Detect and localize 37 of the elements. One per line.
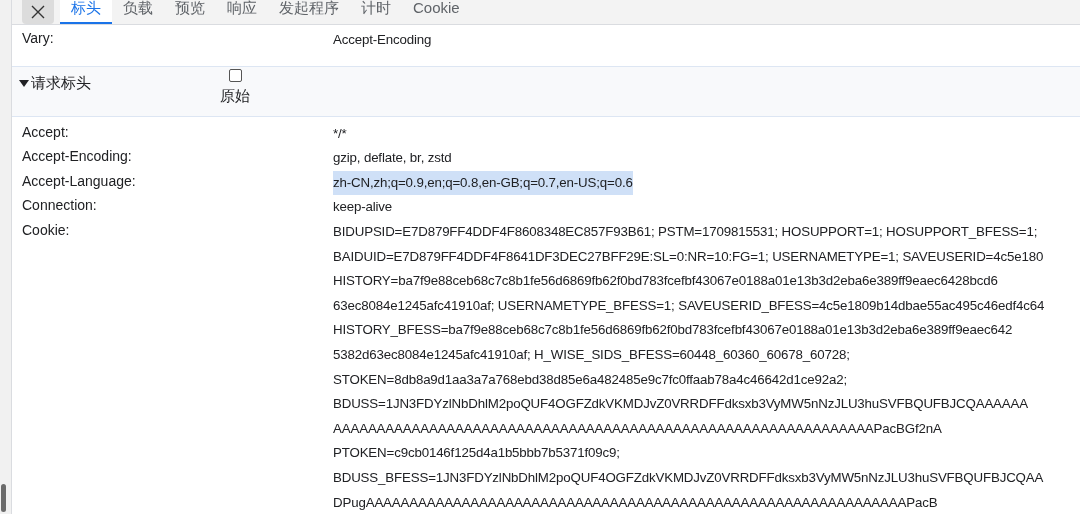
scrollbar-thumb[interactable] xyxy=(1,484,6,512)
tab[interactable]: 预览 xyxy=(164,0,216,24)
header-value: BDUSS=1JN3FDYzlNbDhlM2poQUF4OGFZdkVKMDJvZ0VRRDFFdksxb3VyMW5nNzJLU3huSVFBQUFBJCQAAAAAA xyxy=(333,395,1028,414)
tab[interactable]: 发起程序 xyxy=(268,0,350,24)
close-icon xyxy=(30,3,46,20)
header-value: BDUSS_BFESS=1JN3FDYzlNbDhlM2poQUF4OGFZdkVKMDJvZ0VRRDFFdksxb3VyMW5nNzJLU3huSVFBQUFBJCQAA xyxy=(333,468,1044,487)
header-name: Cookie: xyxy=(22,220,71,240)
header-value: PTOKEN=c9cb0146f125d4a1b5bbb7b5371f09c9; xyxy=(333,444,620,463)
header-value: 63ec8084e1245afc41910af; USERNAMETYPE_BFESS=1; SAVEUSERID_BFESS=4c5e1809b14dbae55ac495c46edf4c64 xyxy=(333,296,1045,315)
section-toggle[interactable]: 请求标头 xyxy=(12,66,220,95)
header-value: keep-alive xyxy=(333,198,393,217)
tab[interactable]: 响应 xyxy=(216,0,268,24)
header-value: zh-CN,zh;q=0.9,en;q=0.8,en-GB;q=0.7,en-US;q=0.6 xyxy=(333,170,633,196)
tab[interactable]: 计时 xyxy=(350,0,402,24)
header-name: Accept-Encoding: xyxy=(22,147,133,167)
header-value: BAIDUID=E7D879FF4DDF4F8641DF3DEC27BFF29E:SL=0:NR=10:FG=1; USERNAMETYPE=1; SAVEUSERID=4c5e180 xyxy=(333,247,1044,266)
header-value: STOKEN=8db8a9d1aa3a7a768ebd38d85e6a482485e9c7fc0ffaab78a4c46642d1ce92a2; xyxy=(333,370,848,389)
tab[interactable]: Cookie xyxy=(402,0,471,24)
header-value: HISTORY_BFESS=ba7f9e88ceb68c7c8b1fe56d6869fb62f0bd783fcefbf43067e0188a01e13b3d2eba6e389ff9eaec642 xyxy=(333,321,1013,340)
header-value: Accept-Encoding xyxy=(333,31,432,49)
header-name: Accept-Language: xyxy=(22,171,137,191)
header-name: Accept: xyxy=(22,122,70,142)
header-value: BIDUPSID=E7D879FF4DDF4F8608348EC857F93B61; PSTM=1709815531; HOSUPPORT=1; HOSUPPORT_BFESS=1; xyxy=(333,222,1038,241)
header-value: gzip, deflate, br, zstd xyxy=(333,149,452,168)
header-value: HISTORY=ba7f9e88ceb68c7c8b1fe56d6869fb62f0bd783fcefbf43067e0188a01e13b3d2eba6e389ff9eaec6428bcd6 xyxy=(333,272,998,291)
header-value: DPugAAAAAAAAAAAAAAAAAAAAAAAAAAAAAAAAAAAAAAAAAAAAAAAAAAAAAAAAAAAAAAPacB xyxy=(333,493,938,512)
header-name: Connection: xyxy=(22,196,98,216)
header-value: AAAAAAAAAAAAAAAAAAAAAAAAAAAAAAAAAAAAAAAAAAAAAAAAAAAAAAAAAAAAAAPacBGf2nA xyxy=(333,419,942,438)
tab[interactable]: 负载 xyxy=(112,0,164,24)
header-name: Vary: xyxy=(22,29,55,48)
triangle-down-icon xyxy=(19,77,29,88)
header-value: 5382d63ec8084e1245afc41910af; H_WISE_SIDS_BFESS=60448_60360_60678_60728; xyxy=(333,345,850,364)
raw-checkbox[interactable] xyxy=(228,68,242,82)
tab[interactable]: 标头 xyxy=(60,0,112,24)
close-button[interactable] xyxy=(22,0,54,24)
raw-label: 原始 xyxy=(220,85,250,106)
header-value: */* xyxy=(333,124,347,143)
